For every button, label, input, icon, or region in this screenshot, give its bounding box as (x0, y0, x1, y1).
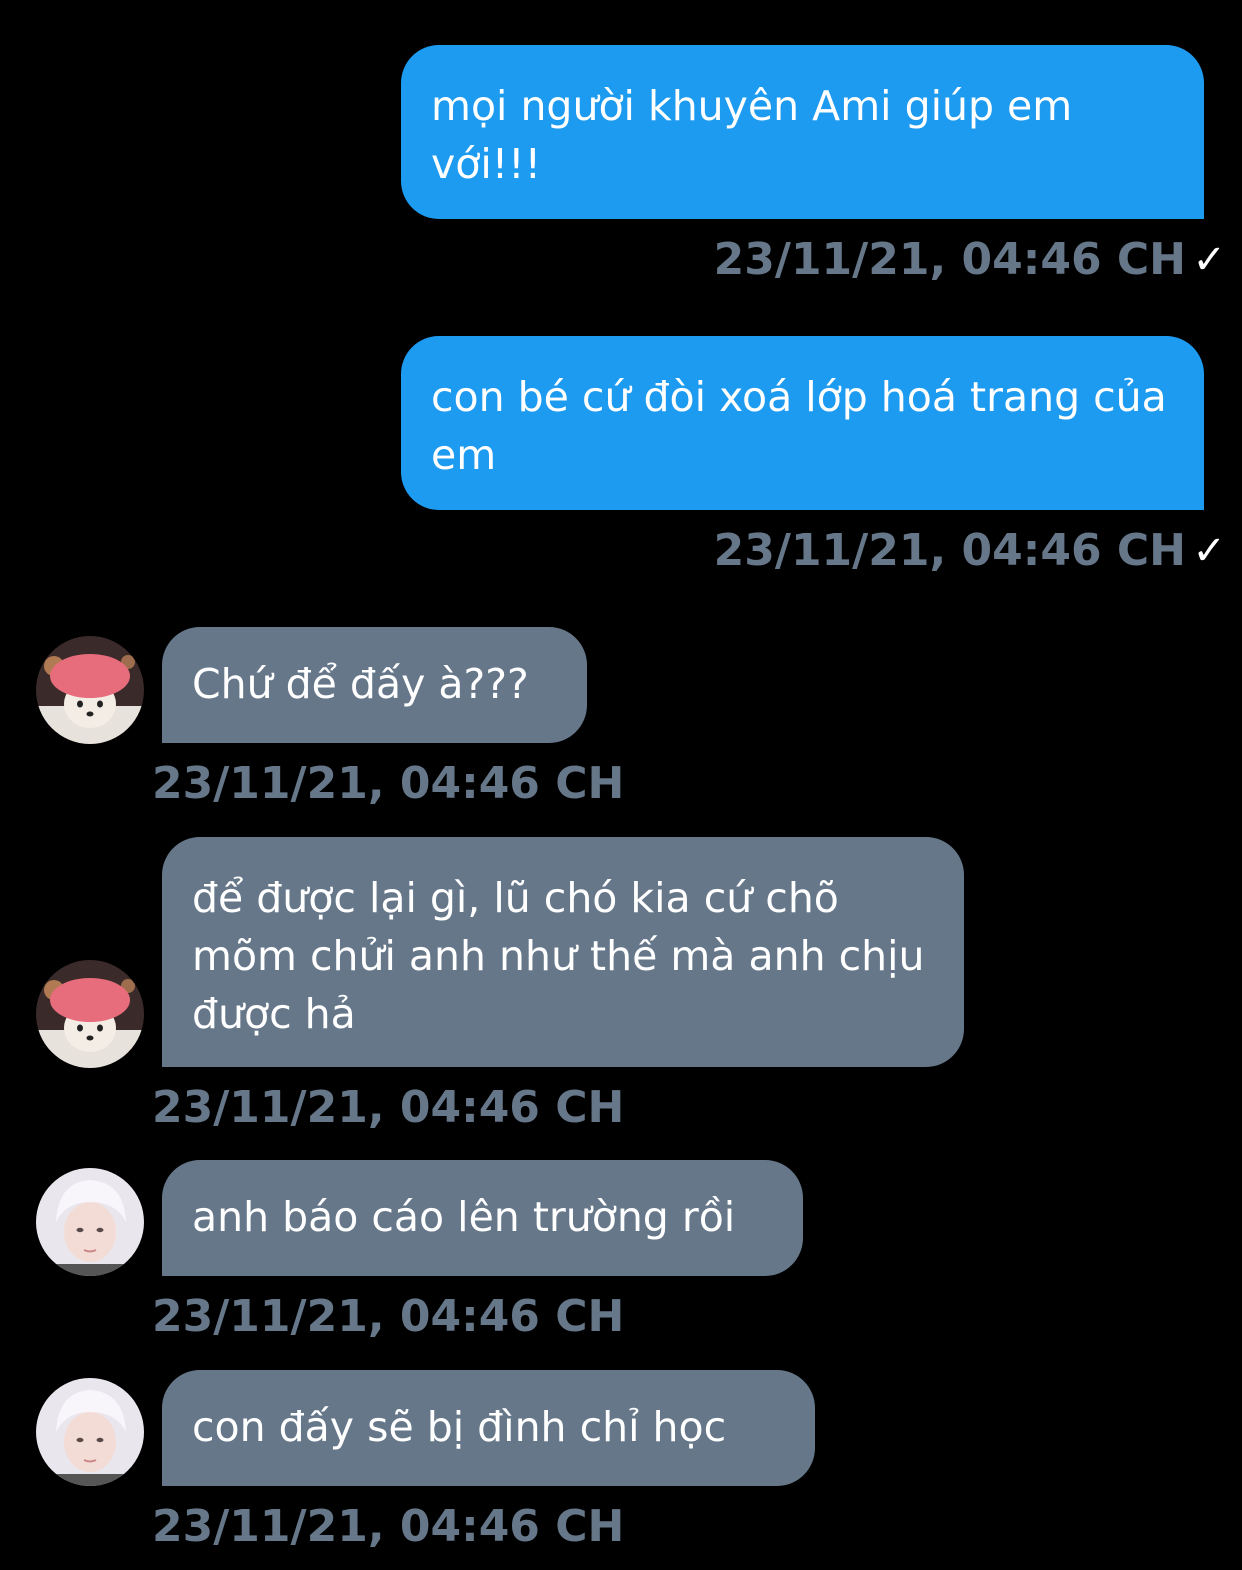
message-bubble-incoming[interactable]: anh báo cáo lên trường rồi (162, 1160, 803, 1276)
message-bubble-incoming[interactable]: Chứ để đấy à??? (162, 627, 587, 743)
checkmark-icon: ✓ (1192, 237, 1226, 283)
chat-thread[interactable]: mọi người khuyên Ami giúp em với!!! 23/1… (0, 0, 1242, 1570)
person-avatar-image (36, 1378, 144, 1486)
message-text: con bé cứ đòi xoá lớp hoá trang của em (431, 373, 1167, 479)
message-bubble-outgoing[interactable]: con bé cứ đòi xoá lớp hoá trang của em (401, 336, 1204, 510)
message-text: mọi người khuyên Ami giúp em với!!! (431, 82, 1073, 188)
message-timestamp: 23/11/21, 04:46 CH (152, 758, 625, 809)
message-timestamp: 23/11/21, 04:46 CH (713, 525, 1186, 576)
person-avatar-image (36, 1168, 144, 1276)
checkmark-icon: ✓ (1192, 528, 1226, 574)
person-avatar[interactable] (36, 1168, 144, 1276)
message-bubble-outgoing[interactable]: mọi người khuyên Ami giúp em với!!! (401, 45, 1204, 219)
message-bubble-incoming[interactable]: con đấy sẽ bị đình chỉ học (162, 1370, 815, 1486)
message-text: để được lại gì, lũ chó kia cứ chõ mõm ch… (192, 874, 925, 1038)
message-text: Chứ để đấy à??? (192, 660, 529, 708)
message-text: anh báo cáo lên trường rồi (192, 1193, 736, 1241)
message-timestamp: 23/11/21, 04:46 CH (152, 1082, 625, 1133)
message-bubble-incoming[interactable]: để được lại gì, lũ chó kia cứ chõ mõm ch… (162, 837, 964, 1067)
message-timestamp: 23/11/21, 04:46 CH (152, 1291, 625, 1342)
message-timestamp: 23/11/21, 04:46 CH (713, 234, 1186, 285)
message-timestamp: 23/11/21, 04:46 CH (152, 1501, 625, 1552)
dog-avatar-image (36, 636, 144, 744)
person-avatar[interactable] (36, 1378, 144, 1486)
dog-avatar[interactable] (36, 636, 144, 744)
dog-avatar[interactable] (36, 960, 144, 1068)
message-text: con đấy sẽ bị đình chỉ học (192, 1403, 727, 1451)
dog-avatar-image (36, 960, 144, 1068)
